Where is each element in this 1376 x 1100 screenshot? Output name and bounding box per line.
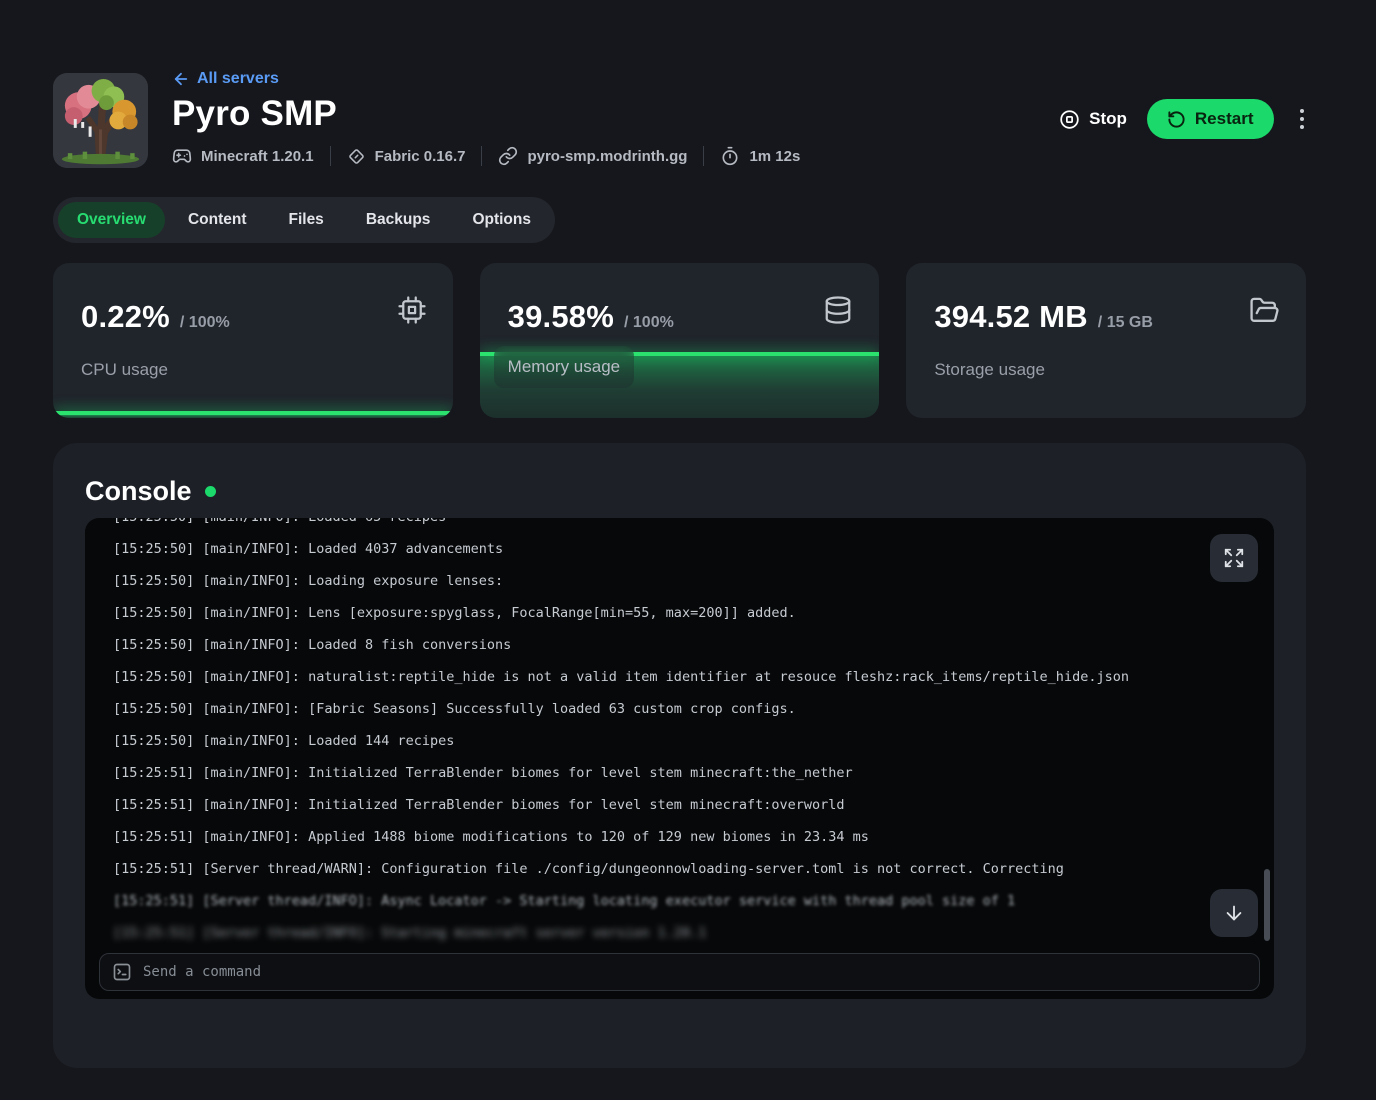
cpu-icon [397,295,427,330]
server-overview-page: All servers Pyro SMP Minecraft 1.20.1 Fa… [0,0,1376,1100]
storage-usage-value: 394.52 MB [934,299,1087,335]
meta-server-address[interactable]: pyro-smp.modrinth.gg [498,146,687,166]
console-scrollbar-thumb[interactable] [1264,869,1270,941]
log-line: [15:25:51] [Server thread/WARN]: Configu… [113,853,1246,885]
server-address-label: pyro-smp.modrinth.gg [527,148,687,165]
uptime-label: 1m 12s [749,148,800,165]
more-options-button[interactable] [1294,103,1311,136]
storage-usage-label: Storage usage [934,360,1045,380]
console-terminal[interactable]: [15:25:50] [main/INFO]: Loaded 65 recipe… [85,518,1274,999]
meta-loader-version: Fabric 0.16.7 [347,147,466,166]
gamepad-icon [172,146,192,166]
page-title: Pyro SMP [172,94,800,134]
minecraft-version-label: Minecraft 1.20.1 [201,148,314,165]
cpu-usage-card: 0.22% / 100% CPU usage [53,263,453,418]
command-input-row [99,953,1260,991]
server-meta-row: Minecraft 1.20.1 Fabric 0.16.7 pyro-smp.… [172,146,800,166]
tab-overview[interactable]: Overview [58,202,165,238]
pixel-tree-icon [53,73,148,168]
tab-bar: Overview Content Files Backups Options [53,197,555,243]
log-line: [15:25:51] [main/INFO]: Initialized Terr… [113,789,1246,821]
kebab-dot [1300,109,1305,114]
database-icon [823,295,853,330]
console-title: Console [85,476,192,507]
log-line: [15:25:50] [main/INFO]: Loaded 4037 adva… [113,533,1246,565]
folder-open-icon [1249,295,1280,331]
cpu-usage-total: / 100% [180,314,230,332]
cpu-usage-label: CPU usage [81,360,168,380]
restart-icon [1167,110,1186,129]
tab-options[interactable]: Options [453,202,550,238]
meta-divider [481,146,482,166]
back-link-label: All servers [197,70,279,88]
stop-button[interactable]: Stop [1059,109,1127,130]
log-line: [15:25:50] [main/INFO]: naturalist:repti… [113,661,1246,693]
cpu-usage-chart [53,411,453,418]
tab-backups[interactable]: Backups [347,202,450,238]
meta-divider [330,146,331,166]
log-line: [15:25:50] [main/INFO]: Loading exposure… [113,565,1246,597]
log-line-blurred: [15:25:51] [Server thread/INFO]: Async L… [113,885,1246,917]
fabric-loader-icon [347,147,366,166]
link-icon [498,146,518,166]
log-line: [15:25:50] [main/INFO]: Lens [exposure:s… [113,597,1246,629]
memory-usage-total: / 100% [624,314,674,332]
stop-circle-icon [1059,109,1080,130]
stop-button-label: Stop [1089,109,1127,129]
arrow-left-icon [172,70,190,88]
console-panel: Console [15:25:50] [main/INFO]: Loaded 6… [53,443,1306,1068]
loader-version-label: Fabric 0.16.7 [375,148,466,165]
kebab-dot [1300,117,1305,122]
back-to-all-servers-link[interactable]: All servers [172,70,800,88]
scroll-to-bottom-button[interactable] [1210,889,1258,937]
expand-icon [1223,547,1245,569]
kebab-dot [1300,125,1305,130]
tab-files[interactable]: Files [269,202,342,238]
cpu-usage-value: 0.22% [81,299,170,335]
terminal-icon [112,962,132,982]
restart-button[interactable]: Restart [1147,99,1274,139]
restart-button-label: Restart [1195,109,1254,129]
header-actions: Stop Restart [1059,99,1310,139]
log-line: [15:25:50] [main/INFO]: [Fabric Seasons]… [113,693,1246,725]
meta-minecraft-version: Minecraft 1.20.1 [172,146,314,166]
meta-divider [703,146,704,166]
log-line: [15:25:50] [main/INFO]: Loaded 65 recipe… [113,518,1246,533]
online-status-dot [205,486,216,497]
log-line: [15:25:51] [main/INFO]: Applied 1488 bio… [113,821,1246,853]
console-fullscreen-button[interactable] [1210,534,1258,582]
memory-usage-label-pill: Memory usage [494,346,634,388]
memory-usage-value: 39.58% [508,299,614,335]
meta-uptime: 1m 12s [720,146,800,166]
header-text-block: All servers Pyro SMP Minecraft 1.20.1 Fa… [172,70,800,166]
timer-icon [720,146,740,166]
log-line: [15:25:51] [main/INFO]: Initialized Terr… [113,757,1246,789]
log-line: [15:25:50] [main/INFO]: Loaded 8 fish co… [113,629,1246,661]
server-avatar [53,73,148,168]
memory-usage-label: Memory usage [508,357,620,376]
storage-usage-card: 394.52 MB / 15 GB Storage usage [906,263,1306,418]
log-line: [15:25:50] [main/INFO]: Loaded 144 recip… [113,725,1246,757]
console-log: [15:25:50] [main/INFO]: Loaded 65 recipe… [85,518,1274,949]
log-line-blurred: [15:25:51] [Server thread/INFO]: Startin… [113,917,1246,949]
console-header: Console [53,443,1306,518]
storage-usage-total: / 15 GB [1098,314,1153,332]
memory-usage-card: 39.58% / 100% Memory usage [480,263,880,418]
stats-row: 0.22% / 100% CPU usage 39.58% / 100% [53,263,1306,418]
command-input[interactable] [143,964,1247,980]
tab-content[interactable]: Content [169,202,266,238]
arrow-down-icon [1223,902,1245,924]
